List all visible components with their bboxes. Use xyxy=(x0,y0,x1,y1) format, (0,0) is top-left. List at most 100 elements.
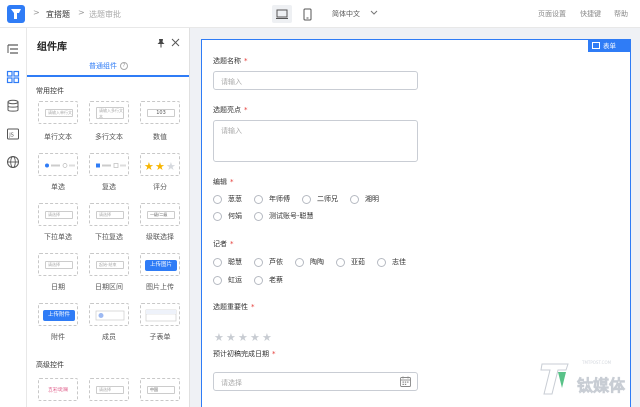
component-cascade-select[interactable]: 一级/二级 xyxy=(140,203,180,226)
component-label: 下拉单选 xyxy=(44,233,72,241)
date-preview: 请选择 xyxy=(45,261,73,269)
cascade-preview: 一级/二级 xyxy=(147,211,175,219)
star-icon[interactable]: ★ xyxy=(262,331,272,344)
radio-option-reporter[interactable]: 芦依 xyxy=(254,257,283,267)
radio-option-editor[interactable]: 葱葱 xyxy=(213,194,242,204)
language-selector[interactable]: 简体中文 xyxy=(332,9,360,19)
mobile-view-button[interactable] xyxy=(298,5,316,23)
label-text: 编辑 xyxy=(213,178,227,186)
desktop-icon xyxy=(276,9,288,19)
globe-icon[interactable] xyxy=(6,155,20,169)
page-settings-link[interactable]: 页面设置 xyxy=(538,9,566,19)
breadcrumb-app-name[interactable]: 宜搭题 xyxy=(46,9,70,20)
js-code-icon[interactable]: JS xyxy=(6,127,20,141)
component-subform[interactable] xyxy=(140,303,180,326)
star-icon[interactable]: ★ xyxy=(250,331,260,344)
svg-text:JS: JS xyxy=(8,133,14,139)
component-label: 日期区间 xyxy=(95,283,123,291)
radio-option-reporter[interactable]: 志佳 xyxy=(377,257,406,267)
help-link[interactable]: 帮助 xyxy=(614,9,628,19)
chevron-down-icon[interactable] xyxy=(370,8,378,16)
mobile-icon xyxy=(303,8,312,21)
radio-option-reporter[interactable]: 陶陶 xyxy=(295,257,324,267)
component-multi-select[interactable]: 请选择 xyxy=(89,203,129,226)
radio-label: 亚茹 xyxy=(351,258,365,266)
radio-option-editor[interactable]: 何娟 xyxy=(213,211,242,221)
radio-label: 年师傅 xyxy=(269,195,290,203)
radio-option-reporter[interactable]: 老蔡 xyxy=(254,275,283,285)
star-icon[interactable]: ★ xyxy=(226,331,236,344)
watermark-text: 钛媒体 xyxy=(577,376,626,396)
required-mark: * xyxy=(230,178,234,186)
radio-option-reporter[interactable]: 虹运 xyxy=(213,275,242,285)
label-text: 选题重要性 xyxy=(213,303,248,311)
advanced-preview: 请选择 xyxy=(96,386,124,394)
radio-circle-icon xyxy=(213,257,222,267)
component-number[interactable]: 103 xyxy=(140,101,180,124)
outline-tree-icon[interactable] xyxy=(6,42,20,56)
radio-option-editor[interactable]: 年师傅 xyxy=(254,194,290,204)
desktop-view-button[interactable] xyxy=(272,5,292,23)
component-date-range[interactable]: 起始-结束 xyxy=(89,253,129,276)
component-rating[interactable]: ★ ★ ★ xyxy=(140,153,180,176)
star-icon[interactable]: ★ xyxy=(214,331,224,344)
attachment-preview: 上传附件 xyxy=(43,310,75,321)
multi-select-preview: 请选择 xyxy=(96,211,124,219)
radio-label: 湘明 xyxy=(365,195,379,203)
radio-option-reporter[interactable]: 聪慧 xyxy=(213,257,242,267)
component-select[interactable]: 请选择 xyxy=(38,203,78,226)
breadcrumb-chevron-icon: > xyxy=(33,8,40,17)
radio-dot-icon xyxy=(45,163,75,168)
radio-option-editor[interactable]: 二师兄 xyxy=(302,194,338,204)
radio-label: 志佳 xyxy=(392,258,406,266)
label-text: 预计初稿完成日期 xyxy=(213,350,269,358)
form-container[interactable]: 表单 选题名称 * 请输入 选题亮点 * 请输入 编辑 * 葱葱 年师傅 二师兄 湘明… xyxy=(201,39,631,407)
radio-label: 二师兄 xyxy=(317,195,338,203)
calendar-icon[interactable] xyxy=(400,376,411,387)
component-attachment[interactable]: 上传附件 xyxy=(38,303,78,326)
advanced-preview: 五彩斑斓的黑 xyxy=(45,386,73,394)
component-label: 下拉复选 xyxy=(95,233,123,241)
component-advanced-rich-text[interactable]: 五彩斑斓的黑 xyxy=(38,378,78,401)
app-logo-icon[interactable] xyxy=(7,5,25,23)
component-image-upload[interactable]: 上传图片 xyxy=(140,253,180,276)
radio-label: 葱葱 xyxy=(228,195,242,203)
multi-line-text-preview: 请输入多行文本 xyxy=(96,107,124,119)
component-checkbox[interactable] xyxy=(89,153,129,176)
component-advanced-country[interactable]: 中国 xyxy=(140,378,180,401)
star-icon[interactable]: ★ xyxy=(238,331,248,344)
expected-date-picker[interactable]: 请选择 xyxy=(213,372,418,391)
topic-highlight-textarea[interactable]: 请输入 xyxy=(213,120,418,162)
component-label: 子表单 xyxy=(149,333,171,341)
shortcuts-link[interactable]: 快捷键 xyxy=(580,9,601,19)
component-single-line-text[interactable]: 请输入单行文本 xyxy=(38,101,78,124)
pin-icon[interactable] xyxy=(156,38,166,48)
component-date[interactable]: 请选择 xyxy=(38,253,78,276)
component-multi-line-text[interactable]: 请输入多行文本 xyxy=(89,101,129,124)
form-icon xyxy=(592,42,600,49)
radio-option-reporter[interactable]: 亚茹 xyxy=(336,257,365,267)
image-upload-preview: 上传图片 xyxy=(145,260,177,271)
help-circle-icon[interactable]: ? xyxy=(120,62,128,70)
radio-circle-icon xyxy=(302,194,311,204)
component-member[interactable] xyxy=(89,303,129,326)
single-line-text-preview: 请输入单行文本 xyxy=(45,109,73,117)
panel-title: 组件库 xyxy=(37,42,67,53)
radio-circle-icon xyxy=(213,194,222,204)
topic-name-input[interactable]: 请输入 xyxy=(213,71,418,90)
component-radio[interactable] xyxy=(38,153,78,176)
components-grid-icon[interactable] xyxy=(6,70,20,84)
field-label-expected-date: 预计初稿完成日期 * xyxy=(213,349,276,359)
watermark-subtext: TMTPOST.COM xyxy=(582,360,612,365)
component-advanced-picker[interactable]: 请选择 xyxy=(89,378,129,401)
close-icon[interactable] xyxy=(171,38,180,47)
radio-option-editor[interactable]: 湘明 xyxy=(350,194,379,204)
star-rating-icon: ★ ★ ★ xyxy=(144,160,176,173)
form-badge[interactable]: 表单 xyxy=(588,40,630,52)
svg-text:★: ★ xyxy=(166,160,176,173)
design-canvas: 表单 选题名称 * 请输入 选题亮点 * 请输入 编辑 * 葱葱 年师傅 二师兄 湘明… xyxy=(190,28,640,407)
advanced-preview: 中国 xyxy=(147,386,175,394)
database-icon[interactable] xyxy=(6,99,20,113)
radio-option-editor[interactable]: 测试账号-聪慧 xyxy=(254,211,314,221)
radio-circle-icon xyxy=(213,211,222,221)
